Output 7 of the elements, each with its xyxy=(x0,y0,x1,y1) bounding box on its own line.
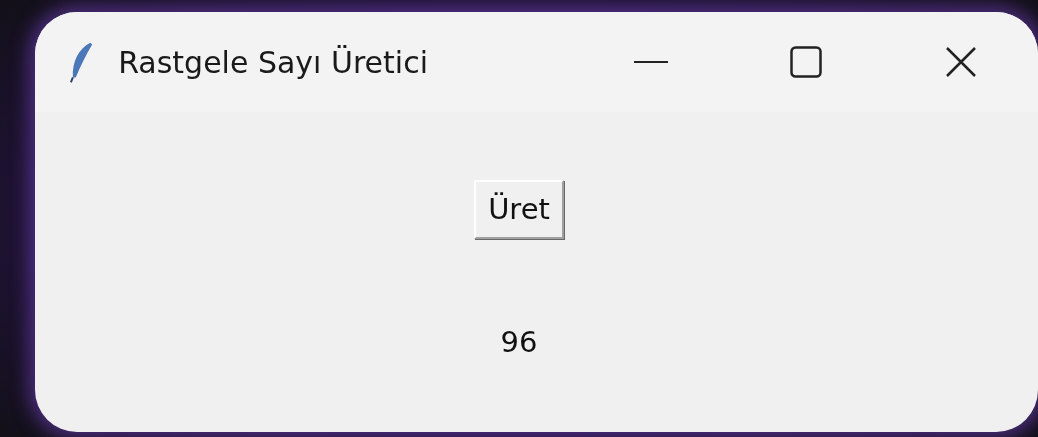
generate-button[interactable]: Üret xyxy=(474,180,564,239)
close-icon[interactable] xyxy=(944,46,977,78)
maximize-icon[interactable] xyxy=(789,46,822,78)
minimize-icon[interactable] xyxy=(634,60,669,64)
feather-icon xyxy=(69,40,95,84)
window-title: Rastgele Sayı Üretici xyxy=(118,43,429,82)
result-label: 96 xyxy=(500,323,538,361)
